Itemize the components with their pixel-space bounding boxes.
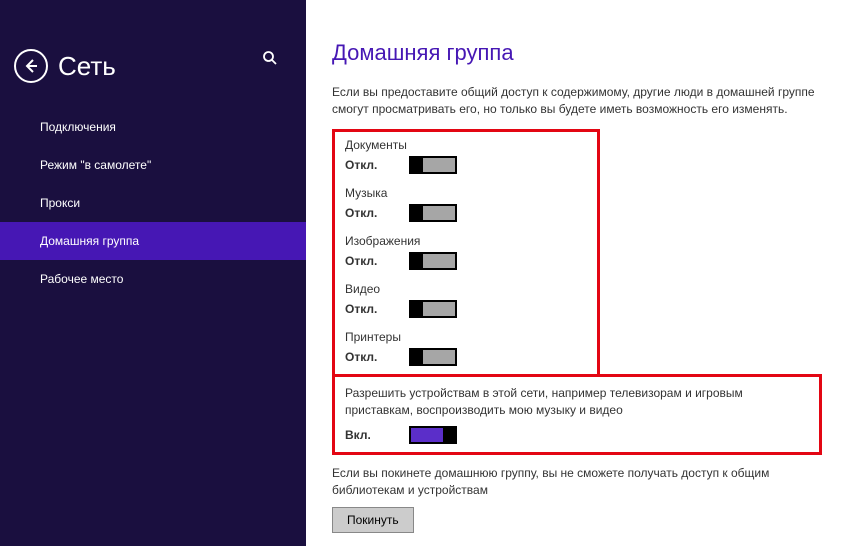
sidebar-item-proxy[interactable]: Прокси [0, 184, 306, 222]
toggle-media-devices[interactable] [409, 426, 457, 444]
media-devices-group: Разрешить устройствам в этой сети, напри… [332, 374, 822, 455]
main-panel: Домашняя группа Если вы предоставите общ… [306, 0, 858, 546]
sharing-description: Если вы предоставите общий доступ к соде… [332, 84, 832, 119]
toggle-label: Документы [345, 138, 587, 152]
sidebar-title: Сеть [58, 51, 116, 82]
toggle-label: Принтеры [345, 330, 587, 344]
sidebar-item-homegroup[interactable]: Домашняя группа [0, 222, 306, 260]
sidebar: Сеть Подключения Режим "в самолете" Прок… [0, 0, 306, 546]
toggle-state: Вкл. [345, 428, 409, 442]
toggle-pictures[interactable] [409, 252, 457, 270]
toggle-label: Изображения [345, 234, 587, 248]
toggle-row-music: Музыка Откл. [345, 186, 587, 222]
toggle-row-video: Видео Откл. [345, 282, 587, 318]
toggle-state: Откл. [345, 158, 409, 172]
page-title: Домашняя группа [332, 40, 832, 66]
library-toggles-group: Документы Откл. Музыка Откл. Изображения… [332, 129, 600, 377]
toggle-row-printers: Принтеры Откл. [345, 330, 587, 366]
toggle-printers[interactable] [409, 348, 457, 366]
media-devices-text: Разрешить устройствам в этой сети, напри… [345, 385, 809, 420]
toggle-video[interactable] [409, 300, 457, 318]
sidebar-item-workplace[interactable]: Рабочее место [0, 260, 306, 298]
toggle-label: Видео [345, 282, 587, 296]
toggle-documents[interactable] [409, 156, 457, 174]
toggle-state: Откл. [345, 350, 409, 364]
toggle-state: Откл. [345, 206, 409, 220]
leave-description: Если вы покинете домашнюю группу, вы не … [332, 465, 832, 500]
search-icon[interactable] [262, 50, 278, 71]
sidebar-item-airplane-mode[interactable]: Режим "в самолете" [0, 146, 306, 184]
leave-button[interactable]: Покинуть [332, 507, 414, 533]
back-button[interactable] [14, 49, 48, 83]
toggle-row-documents: Документы Откл. [345, 138, 587, 174]
toggle-row-pictures: Изображения Откл. [345, 234, 587, 270]
toggle-state: Откл. [345, 254, 409, 268]
arrow-left-icon [23, 58, 39, 74]
toggle-music[interactable] [409, 204, 457, 222]
toggle-label: Музыка [345, 186, 587, 200]
sidebar-item-connections[interactable]: Подключения [0, 108, 306, 146]
toggle-state: Откл. [345, 302, 409, 316]
